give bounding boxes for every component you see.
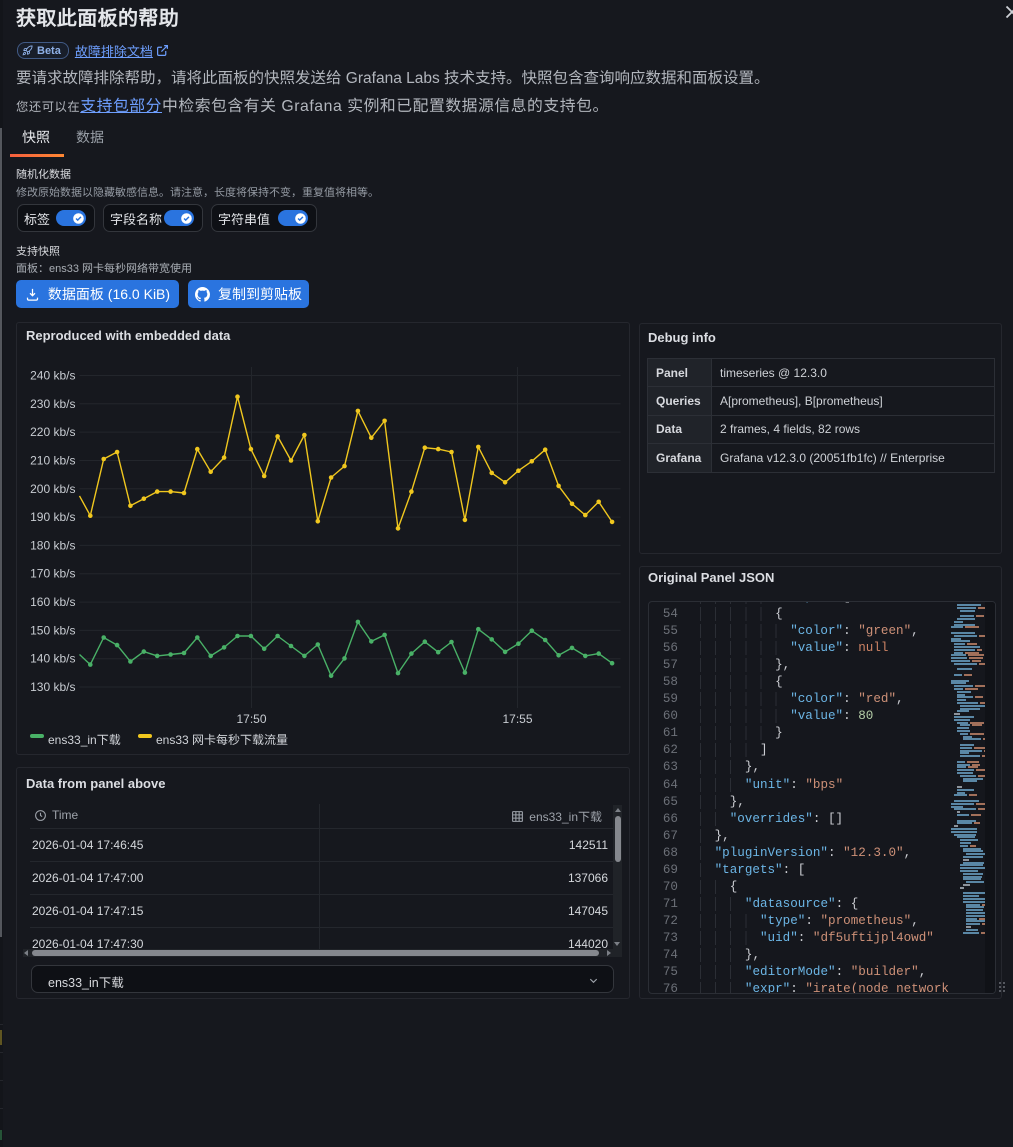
svg-text:17:55: 17:55 — [502, 712, 532, 726]
svg-text:230 kb/s: 230 kb/s — [30, 397, 75, 411]
svg-text:130 kb/s: 130 kb/s — [30, 680, 75, 694]
svg-text:ens33_in下载: ens33_in下载 — [48, 733, 121, 747]
svg-text:200 kb/s: 200 kb/s — [30, 482, 75, 496]
svg-text:210 kb/s: 210 kb/s — [30, 454, 75, 468]
svg-text:17:50: 17:50 — [236, 712, 266, 726]
svg-text:180 kb/s: 180 kb/s — [30, 538, 75, 552]
svg-text:150 kb/s: 150 kb/s — [30, 623, 75, 637]
svg-text:160 kb/s: 160 kb/s — [30, 595, 75, 609]
svg-text:170 kb/s: 170 kb/s — [30, 567, 75, 581]
svg-text:ens33 网卡每秒下载流量: ens33 网卡每秒下载流量 — [156, 733, 288, 747]
svg-text:220 kb/s: 220 kb/s — [30, 425, 75, 439]
svg-text:190 kb/s: 190 kb/s — [30, 510, 75, 524]
svg-text:140 kb/s: 140 kb/s — [30, 652, 75, 666]
svg-text:240 kb/s: 240 kb/s — [30, 369, 75, 383]
